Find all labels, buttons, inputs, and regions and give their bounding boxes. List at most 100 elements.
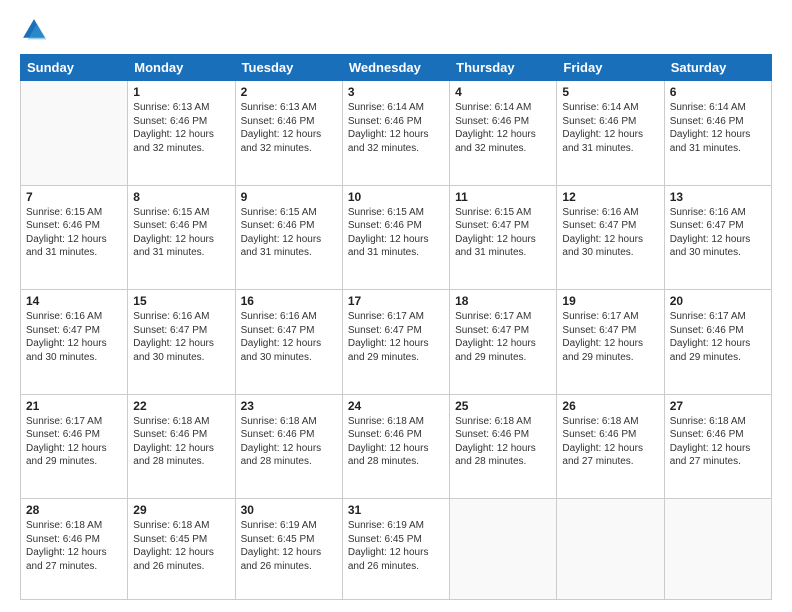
day-info: Sunrise: 6:16 AM Sunset: 6:47 PM Dayligh… bbox=[26, 310, 122, 364]
day-number: 20 bbox=[670, 294, 766, 308]
table-row: 15 Sunrise: 6:16 AM Sunset: 6:47 PM Dayli… bbox=[128, 290, 235, 395]
col-friday: Friday bbox=[557, 55, 664, 81]
day-info: Sunrise: 6:18 AM Sunset: 6:46 PM Dayligh… bbox=[455, 415, 551, 469]
day-number: 7 bbox=[26, 190, 122, 204]
day-info: Sunrise: 6:18 AM Sunset: 6:45 PM Dayligh… bbox=[133, 519, 229, 573]
table-row: 18 Sunrise: 6:17 AM Sunset: 6:47 PM Dayli… bbox=[450, 290, 557, 395]
table-row: 24 Sunrise: 6:18 AM Sunset: 6:46 PM Dayli… bbox=[342, 394, 449, 499]
day-number: 25 bbox=[455, 399, 551, 413]
table-row: 9 Sunrise: 6:15 AM Sunset: 6:46 PM Daylig… bbox=[235, 185, 342, 290]
col-wednesday: Wednesday bbox=[342, 55, 449, 81]
table-row: 20 Sunrise: 6:17 AM Sunset: 6:46 PM Dayli… bbox=[664, 290, 771, 395]
day-number: 10 bbox=[348, 190, 444, 204]
day-number: 30 bbox=[241, 503, 337, 517]
day-info: Sunrise: 6:15 AM Sunset: 6:47 PM Dayligh… bbox=[455, 206, 551, 260]
day-number: 28 bbox=[26, 503, 122, 517]
day-info: Sunrise: 6:18 AM Sunset: 6:46 PM Dayligh… bbox=[133, 415, 229, 469]
table-row: 25 Sunrise: 6:18 AM Sunset: 6:46 PM Dayli… bbox=[450, 394, 557, 499]
table-row: 7Sunrise: 6:15 AM Sunset: 6:46 PM Daylig… bbox=[21, 185, 128, 290]
day-info: Sunrise: 6:15 AM Sunset: 6:46 PM Dayligh… bbox=[133, 206, 229, 260]
table-row bbox=[557, 499, 664, 600]
day-number: 11 bbox=[455, 190, 551, 204]
day-number: 8 bbox=[133, 190, 229, 204]
day-info: Sunrise: 6:13 AM Sunset: 6:46 PM Dayligh… bbox=[133, 101, 229, 155]
day-info: Sunrise: 6:17 AM Sunset: 6:47 PM Dayligh… bbox=[455, 310, 551, 364]
day-number: 14 bbox=[26, 294, 122, 308]
col-sunday: Sunday bbox=[21, 55, 128, 81]
day-number: 23 bbox=[241, 399, 337, 413]
day-number: 27 bbox=[670, 399, 766, 413]
day-number: 3 bbox=[348, 85, 444, 99]
day-number: 22 bbox=[133, 399, 229, 413]
day-number: 18 bbox=[455, 294, 551, 308]
table-row: 30 Sunrise: 6:19 AM Sunset: 6:45 PM Dayli… bbox=[235, 499, 342, 600]
table-row: 26 Sunrise: 6:18 AM Sunset: 6:46 PM Dayli… bbox=[557, 394, 664, 499]
day-number: 2 bbox=[241, 85, 337, 99]
day-info: Sunrise: 6:16 AM Sunset: 6:47 PM Dayligh… bbox=[241, 310, 337, 364]
table-row: 11 Sunrise: 6:15 AM Sunset: 6:47 PM Dayli… bbox=[450, 185, 557, 290]
day-info: Sunrise: 6:18 AM Sunset: 6:46 PM Dayligh… bbox=[26, 519, 122, 573]
header bbox=[20, 16, 772, 44]
day-number: 16 bbox=[241, 294, 337, 308]
day-info: Sunrise: 6:19 AM Sunset: 6:45 PM Dayligh… bbox=[241, 519, 337, 573]
table-row: 27 Sunrise: 6:18 AM Sunset: 6:46 PM Dayli… bbox=[664, 394, 771, 499]
col-thursday: Thursday bbox=[450, 55, 557, 81]
day-info: Sunrise: 6:16 AM Sunset: 6:47 PM Dayligh… bbox=[670, 206, 766, 260]
day-info: Sunrise: 6:16 AM Sunset: 6:47 PM Dayligh… bbox=[562, 206, 658, 260]
table-row bbox=[664, 499, 771, 600]
day-number: 13 bbox=[670, 190, 766, 204]
day-number: 17 bbox=[348, 294, 444, 308]
col-saturday: Saturday bbox=[664, 55, 771, 81]
table-row: 29Sunrise: 6:18 AM Sunset: 6:45 PM Dayli… bbox=[128, 499, 235, 600]
table-row: 1 Sunrise: 6:13 AM Sunset: 6:46 PM Daylig… bbox=[128, 81, 235, 186]
table-row: 22 Sunrise: 6:18 AM Sunset: 6:46 PM Dayli… bbox=[128, 394, 235, 499]
day-info: Sunrise: 6:18 AM Sunset: 6:46 PM Dayligh… bbox=[670, 415, 766, 469]
day-info: Sunrise: 6:14 AM Sunset: 6:46 PM Dayligh… bbox=[670, 101, 766, 155]
table-row: 13 Sunrise: 6:16 AM Sunset: 6:47 PM Dayli… bbox=[664, 185, 771, 290]
table-row: 3 Sunrise: 6:14 AM Sunset: 6:46 PM Daylig… bbox=[342, 81, 449, 186]
day-info: Sunrise: 6:16 AM Sunset: 6:47 PM Dayligh… bbox=[133, 310, 229, 364]
day-number: 15 bbox=[133, 294, 229, 308]
day-number: 12 bbox=[562, 190, 658, 204]
day-info: Sunrise: 6:17 AM Sunset: 6:47 PM Dayligh… bbox=[562, 310, 658, 364]
day-number: 31 bbox=[348, 503, 444, 517]
calendar: Sunday Monday Tuesday Wednesday Thursday… bbox=[20, 54, 772, 600]
day-info: Sunrise: 6:18 AM Sunset: 6:46 PM Dayligh… bbox=[241, 415, 337, 469]
day-info: Sunrise: 6:14 AM Sunset: 6:46 PM Dayligh… bbox=[455, 101, 551, 155]
table-row: 21Sunrise: 6:17 AM Sunset: 6:46 PM Dayli… bbox=[21, 394, 128, 499]
day-info: Sunrise: 6:14 AM Sunset: 6:46 PM Dayligh… bbox=[348, 101, 444, 155]
table-row: 28 Sunrise: 6:18 AM Sunset: 6:46 PM Dayli… bbox=[21, 499, 128, 600]
table-row: 5Sunrise: 6:14 AM Sunset: 6:46 PM Daylig… bbox=[557, 81, 664, 186]
table-row: 23 Sunrise: 6:18 AM Sunset: 6:46 PM Dayli… bbox=[235, 394, 342, 499]
day-number: 6 bbox=[670, 85, 766, 99]
day-info: Sunrise: 6:18 AM Sunset: 6:46 PM Dayligh… bbox=[562, 415, 658, 469]
day-info: Sunrise: 6:15 AM Sunset: 6:46 PM Dayligh… bbox=[241, 206, 337, 260]
day-number: 1 bbox=[133, 85, 229, 99]
day-number: 9 bbox=[241, 190, 337, 204]
col-tuesday: Tuesday bbox=[235, 55, 342, 81]
day-info: Sunrise: 6:15 AM Sunset: 6:46 PM Dayligh… bbox=[348, 206, 444, 260]
table-row: 12 Sunrise: 6:16 AM Sunset: 6:47 PM Dayli… bbox=[557, 185, 664, 290]
day-info: Sunrise: 6:14 AM Sunset: 6:46 PM Dayligh… bbox=[562, 101, 658, 155]
table-row: 17 Sunrise: 6:17 AM Sunset: 6:47 PM Dayli… bbox=[342, 290, 449, 395]
day-info: Sunrise: 6:18 AM Sunset: 6:46 PM Dayligh… bbox=[348, 415, 444, 469]
day-number: 24 bbox=[348, 399, 444, 413]
table-row: 19 Sunrise: 6:17 AM Sunset: 6:47 PM Dayli… bbox=[557, 290, 664, 395]
table-row: 8 Sunrise: 6:15 AM Sunset: 6:46 PM Daylig… bbox=[128, 185, 235, 290]
page: Sunday Monday Tuesday Wednesday Thursday… bbox=[0, 0, 792, 612]
logo-icon bbox=[20, 16, 48, 44]
table-row: 6 Sunrise: 6:14 AM Sunset: 6:46 PM Daylig… bbox=[664, 81, 771, 186]
table-row bbox=[21, 81, 128, 186]
col-monday: Monday bbox=[128, 55, 235, 81]
calendar-week-row: 28 Sunrise: 6:18 AM Sunset: 6:46 PM Dayli… bbox=[21, 499, 772, 600]
day-info: Sunrise: 6:17 AM Sunset: 6:46 PM Dayligh… bbox=[670, 310, 766, 364]
day-info: Sunrise: 6:13 AM Sunset: 6:46 PM Dayligh… bbox=[241, 101, 337, 155]
table-row: 16 Sunrise: 6:16 AM Sunset: 6:47 PM Dayli… bbox=[235, 290, 342, 395]
day-number: 19 bbox=[562, 294, 658, 308]
day-number: 26 bbox=[562, 399, 658, 413]
calendar-week-row: 14 Sunrise: 6:16 AM Sunset: 6:47 PM Dayli… bbox=[21, 290, 772, 395]
table-row: 31Sunrise: 6:19 AM Sunset: 6:45 PM Dayli… bbox=[342, 499, 449, 600]
day-info: Sunrise: 6:17 AM Sunset: 6:47 PM Dayligh… bbox=[348, 310, 444, 364]
calendar-header-row: Sunday Monday Tuesday Wednesday Thursday… bbox=[21, 55, 772, 81]
calendar-week-row: 21Sunrise: 6:17 AM Sunset: 6:46 PM Dayli… bbox=[21, 394, 772, 499]
